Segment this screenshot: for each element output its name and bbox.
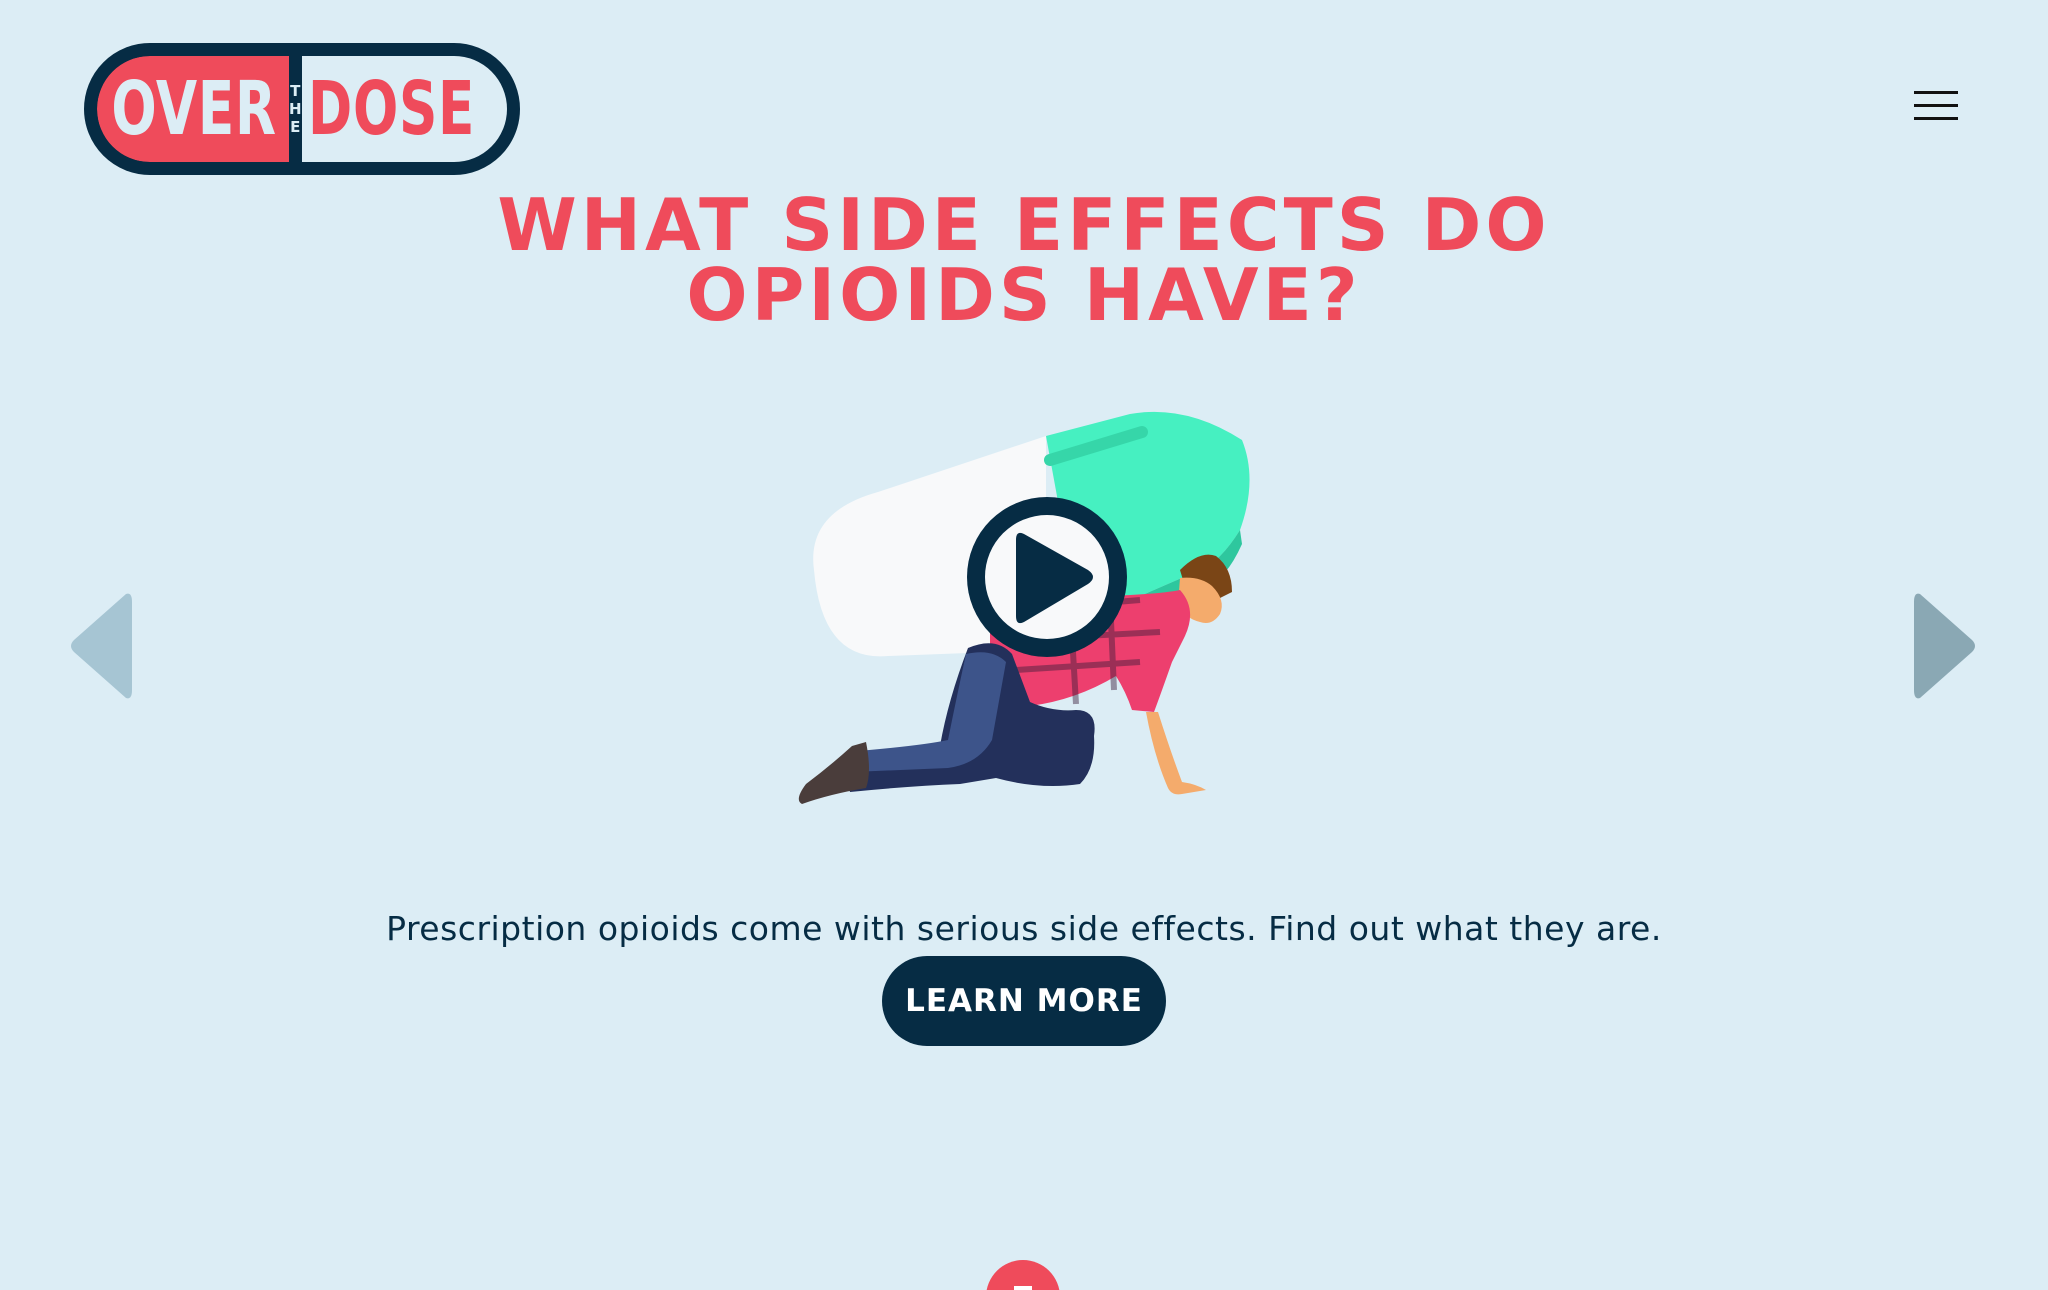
- chevron-left-icon[interactable]: [68, 590, 132, 702]
- slide-description: Prescription opioids come with serious s…: [386, 909, 1662, 948]
- scroll-indicator-icon: [1014, 1286, 1032, 1290]
- site-logo[interactable]: OVER T H E DOSE: [84, 43, 520, 175]
- learn-more-button[interactable]: LEARN MORE: [882, 956, 1166, 1046]
- logo-dose-segment: DOSE: [301, 56, 507, 162]
- menu-bar: [1914, 104, 1958, 107]
- video-thumbnail-illustration[interactable]: [780, 400, 1280, 820]
- menu-bar: [1914, 91, 1958, 94]
- logo-the-letter: H: [289, 99, 302, 118]
- menu-bar: [1914, 117, 1958, 120]
- logo-the-letter: T: [290, 81, 301, 100]
- logo-over-segment: OVER: [97, 56, 289, 162]
- logo-the-letter: E: [290, 117, 301, 136]
- page: OVER T H E DOSE WHAT SIDE EFFECTS DO OPI…: [0, 0, 2048, 1290]
- chevron-right-icon[interactable]: [1914, 590, 1978, 702]
- headline-line-2: OPIOIDS HAVE?: [686, 253, 1362, 337]
- logo-dose-text: DOSE: [307, 66, 475, 152]
- logo-the-segment: T H E: [289, 56, 302, 162]
- slide-headline: WHAT SIDE EFFECTS DO OPIOIDS HAVE?: [0, 189, 2048, 331]
- scroll-down-button[interactable]: [986, 1260, 1060, 1290]
- logo-over-text: OVER: [111, 66, 277, 152]
- hamburger-menu-icon[interactable]: [1914, 88, 1958, 124]
- play-icon[interactable]: [967, 497, 1127, 657]
